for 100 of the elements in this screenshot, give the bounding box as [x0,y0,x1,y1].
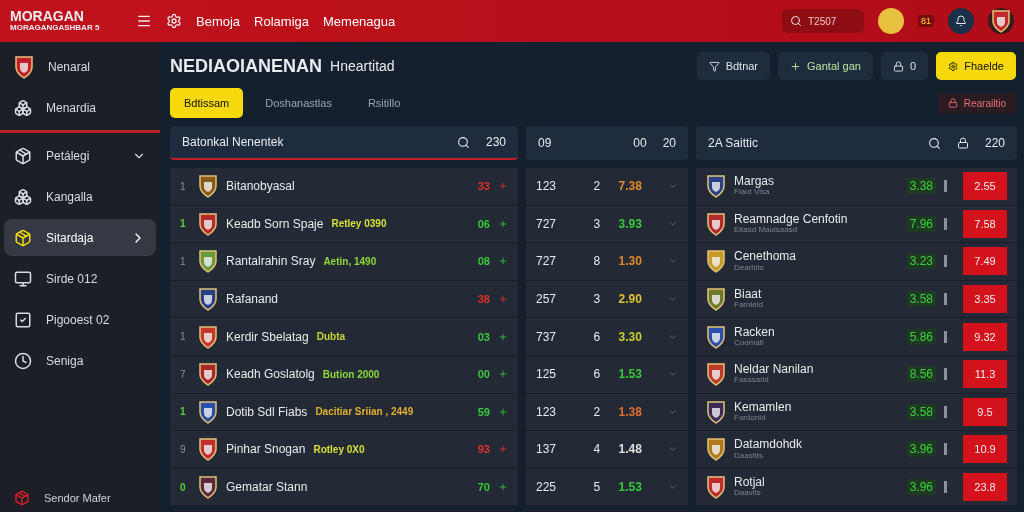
odds-value[interactable]: 3.96 [906,441,936,458]
odds-value[interactable]: 1.30 [618,254,661,269]
notification-badge[interactable]: 81 [918,15,934,27]
table-row[interactable]: 123 2 1.38 [526,393,688,432]
odds-value[interactable]: 3.23 [906,253,936,270]
table-row[interactable]: 257 3 2.90 [526,280,688,319]
filter-tab[interactable]: Bdtissam [170,88,244,118]
team-name[interactable]: Bitanobyasal [226,179,295,194]
team-name[interactable]: Pinhar Snogan [226,442,306,457]
table-row[interactable]: Margas Fiaot Visa 3.38 2.55 [696,168,1017,206]
price-button[interactable]: 7.58 [963,209,1007,238]
table-row[interactable]: Neldar Nanilan Fasasatid 8.56 11.3 [696,355,1017,394]
odds-value[interactable]: 1.38 [618,404,661,419]
team-name[interactable]: Gematar Stann [226,480,308,495]
price-button[interactable]: 9.32 [963,322,1007,351]
plus-icon[interactable] [498,181,508,192]
team-name[interactable]: Neldar Nanilan [734,363,899,377]
odds-value[interactable]: 5.86 [906,328,936,345]
table-row[interactable]: 0 Gematar Stann 70 [170,468,518,507]
sidebar-footer[interactable]: Sendor Mafer [44,492,111,504]
action-button[interactable]: Gantal gan [778,52,873,80]
price-button[interactable]: 2.55 [963,172,1007,201]
search-icon[interactable] [456,135,470,149]
sidebar-item[interactable]: Menardia [4,89,156,126]
team-name[interactable]: Rotjal [734,476,899,490]
brand-logo[interactable]: MORAGAN [10,9,122,25]
table-row[interactable]: Cenethoma Dearhits 3.23 7.49 [696,243,1017,281]
team-name[interactable]: Kerdir Sbelatag [226,329,309,344]
team-name[interactable]: Rafanand [226,292,279,307]
filter-tab[interactable]: Rsitillo [353,88,415,118]
table-row[interactable]: 727 3 3.93 [526,205,688,244]
team-name[interactable]: Kemamlen [734,400,899,415]
alert-badge[interactable]: Rearailtio [937,92,1016,114]
team-name[interactable]: Reamnadge Cenfotin [734,212,899,227]
price-button[interactable]: 9.5 [963,397,1007,426]
table-row[interactable]: Biaat Farnield 3.58 3.35 [696,280,1017,319]
table-row[interactable]: 737 6 3.30 [526,318,688,356]
table-row[interactable]: 1 Kerdir Sbelatag Dubta 03 [170,318,518,356]
table-row[interactable]: 125 6 1.53 [526,355,688,394]
odds-value[interactable]: 2.90 [618,292,661,307]
table-row[interactable]: 1 Rantalrahin Sray Aetin, 1490 08 [170,243,518,281]
team-name[interactable]: Margas [734,175,899,189]
table-row[interactable]: Rotjal Daavits 3.96 23.8 [696,468,1017,507]
price-button[interactable]: 23.8 [963,473,1007,502]
sidebar-item[interactable]: Petálegi [4,137,156,174]
team-name[interactable]: Rantalrahin Sray [226,254,316,269]
sidebar-item[interactable]: Sitardaja [4,219,156,256]
plus-icon[interactable] [498,444,508,455]
odds-value[interactable]: 3.58 [906,291,936,308]
team-name[interactable]: Keadh Goslatolg [226,367,315,382]
plus-icon[interactable] [498,482,508,493]
table-row[interactable]: 123 2 7.38 [526,168,688,206]
table-row[interactable]: Rafanand 38 [170,280,518,319]
table-row[interactable]: 225 5 1.53 [526,468,688,507]
nav-link[interactable]: Bemoja [196,13,241,29]
filter-tab[interactable]: Doshanastlas [251,88,346,118]
table-row[interactable]: 7 Keadh Goslatolg Bution 2000 00 [170,355,518,394]
gear-icon[interactable] [166,13,182,29]
odds-value[interactable]: 7.38 [618,179,661,194]
odds-value[interactable]: 1.53 [618,480,661,495]
sidebar-item[interactable]: Seniga [4,342,156,379]
odds-value[interactable]: 1.53 [618,367,661,382]
table-row[interactable]: 137 4 1.48 [526,431,688,469]
team-name[interactable]: Keadb Sorn Spaje [226,216,324,231]
sidebar-item[interactable]: Nenaral [4,48,156,85]
table-row[interactable]: 1 Keadb Sorn Spaje Retley 0390 06 [170,205,518,244]
lock-icon[interactable] [956,137,969,149]
action-button[interactable]: 0 [880,52,928,80]
odds-value[interactable]: 7.96 [906,215,936,232]
table-row[interactable]: Kemamlen Fardonid 3.58 9.5 [696,393,1017,432]
plus-icon[interactable] [498,331,508,342]
menu-icon[interactable] [136,13,152,29]
plus-icon[interactable] [498,406,508,417]
price-button[interactable]: 7.49 [963,247,1007,276]
nav-link[interactable]: Memenagua [323,13,396,29]
team-name[interactable]: Biaat [734,288,899,302]
price-button[interactable]: 10.9 [963,435,1007,464]
odds-value[interactable]: 1.48 [618,442,661,457]
price-button[interactable]: 11.3 [963,360,1007,389]
odds-value[interactable]: 3.93 [618,216,661,231]
odds-value[interactable]: 3.96 [906,479,936,496]
team-name[interactable]: Dotib Sdl Fiabs [226,404,308,419]
plus-icon[interactable] [498,369,508,380]
action-button[interactable]: Fhaelde [936,52,1016,80]
odds-value[interactable]: 3.38 [906,178,936,195]
team-name[interactable]: Datamdohdk [734,438,899,452]
table-row[interactable]: 9 Pinhar Snogan Rotley 0X0 93 [170,431,518,469]
search-icon[interactable] [927,136,941,150]
odds-value[interactable]: 3.58 [906,403,936,420]
team-name[interactable]: Racken [734,325,899,339]
action-button[interactable]: Bdtnar [696,52,771,80]
table-row[interactable]: 727 8 1.30 [526,243,688,281]
nav-link[interactable]: Rolamiga [254,13,309,29]
odds-value[interactable]: 3.30 [618,329,661,344]
plus-icon[interactable] [498,256,508,267]
sidebar-item[interactable]: Pigooest 02 [4,301,156,338]
table-row[interactable]: Racken Coomati 5.86 9.32 [696,318,1017,356]
plus-icon[interactable] [498,294,508,305]
plus-icon[interactable] [498,218,508,229]
sidebar-item[interactable]: Sirde 012 [4,260,156,297]
